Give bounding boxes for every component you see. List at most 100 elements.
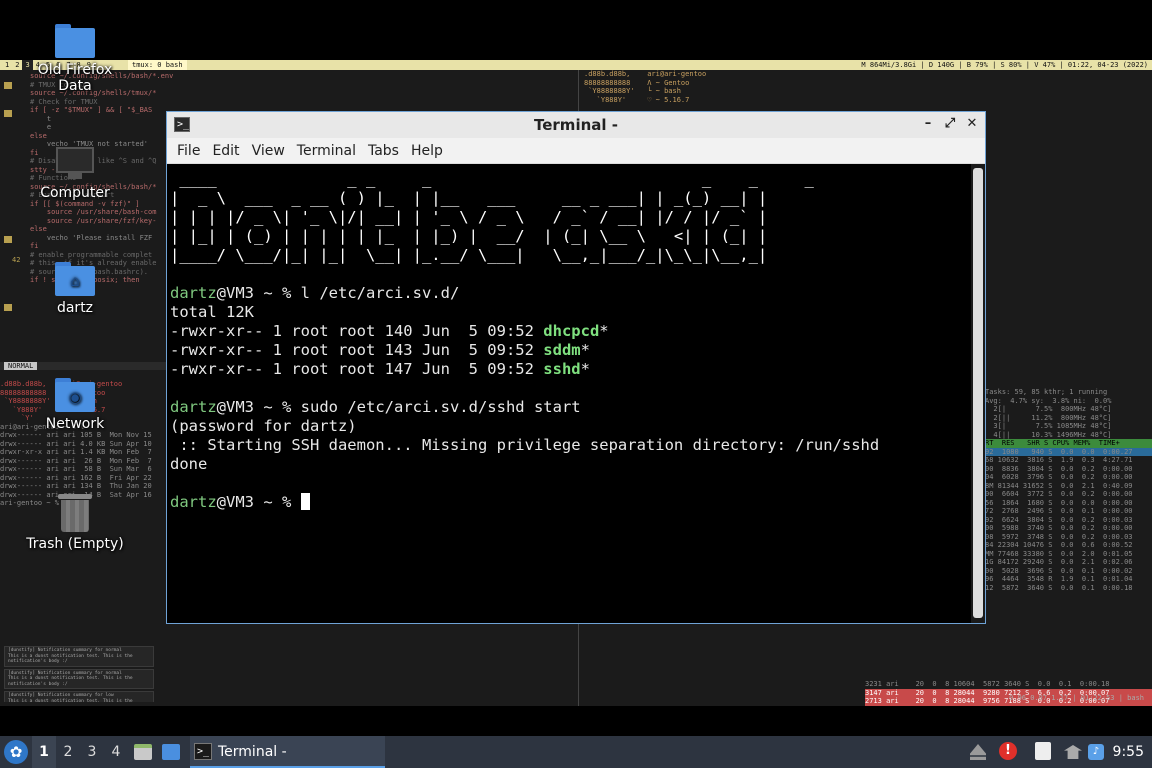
- maximize-button[interactable]: ⤢: [943, 116, 957, 132]
- taskbar-item-label: Terminal -: [218, 744, 287, 760]
- htop-line: 00 5028 3696 S 0.0 0.1 0:00.02: [985, 566, 1133, 575]
- file-name: dhcpcd: [543, 322, 600, 340]
- htop-line: 4[|| 10.3% 1496MHz 48°C]: [985, 430, 1112, 439]
- editor-gutter: 42: [0, 70, 26, 370]
- tmux-window-tab[interactable]: 1: [2, 60, 12, 70]
- prompt-user: dartz: [170, 398, 217, 416]
- output-line: :: Starting SSH daemon... Missing privil…: [170, 436, 880, 454]
- htop-line: 84 22304 10476 S 0.0 0.6 0:00.52: [985, 541, 1133, 549]
- workspace-1[interactable]: 1: [32, 736, 56, 768]
- htop-line: 04 6028 3796 S 0.0 0.2 0:00.00: [985, 473, 1133, 481]
- file-suffix: *: [580, 360, 590, 378]
- desktop-icon-computer[interactable]: Computer: [20, 147, 130, 201]
- menu-terminal[interactable]: Terminal: [291, 138, 362, 163]
- terminal-output[interactable]: ____ _ _ _ _ _ _ | _ \ ___ _ __ ( ) |_ |…: [167, 164, 971, 623]
- volume-icon[interactable]: ♪: [1088, 742, 1108, 762]
- show-desktop-icon[interactable]: [162, 742, 182, 762]
- htop-line: Avg: 4.7% sy: 3.8% ni: 0.0%: [985, 396, 1112, 405]
- workspace-3[interactable]: 3: [80, 736, 104, 768]
- desktop-icon-network[interactable]: ◉ Network: [20, 378, 130, 432]
- editor-line: # Check for TMUX: [30, 97, 98, 106]
- tmux-system-stats: M 864Mi/3.8Gi | D 140G | B 79% | S 80% |…: [861, 61, 1148, 69]
- desktop-icon-label: Network: [45, 416, 105, 432]
- file-manager-icon[interactable]: [134, 742, 154, 762]
- desktop-icon-label: Computer: [40, 185, 110, 201]
- notification-body: This is a dunst notification test. This …: [8, 653, 133, 665]
- taskbar-item-terminal[interactable]: >_ Terminal -: [190, 736, 385, 768]
- ascii-art-line: | | | |/ _ \| '_ \|/| __| | '_ \ / _ \ /…: [170, 208, 768, 226]
- window-title: Terminal -: [534, 116, 618, 134]
- htop-line: 12 5872 3640 S 0.0 0.1 0:00.18: [985, 583, 1133, 592]
- eject-icon[interactable]: [970, 742, 990, 762]
- folder-icon: [55, 24, 95, 58]
- command-line: dartz@VM3 ~ % sudo /etc/arci.sv.d/sshd s…: [167, 398, 971, 417]
- ascii-art-line: ____ _ _ _ _ _ _: [170, 170, 814, 188]
- workspace-4[interactable]: 4: [104, 736, 128, 768]
- tmux-pane-title: tmux: 0 bash: [128, 60, 187, 70]
- file-listing-row: -rwxr-xr-- 1 root root 143 Jun 5 09:52 s…: [167, 341, 971, 360]
- close-button[interactable]: ✕: [965, 116, 979, 132]
- neofetch-line: `Y888Y' ♡ ~ 5.16.7: [584, 95, 690, 104]
- scrollbar-thumb[interactable]: [973, 168, 983, 618]
- command-line: dartz@VM3 ~ % l /etc/arci.sv.d/: [167, 284, 971, 303]
- active-prompt-line[interactable]: dartz@VM3 ~ %: [167, 493, 971, 512]
- trash-icon: [58, 494, 92, 532]
- desktop-icon-old-firefox-data[interactable]: Old Firefox Data: [20, 24, 130, 94]
- prompt-host: @VM3 ~ %: [216, 284, 301, 302]
- htop-line: 72 2768 2496 S 0.0 0.1 0:00.00: [985, 507, 1133, 515]
- taskbar: ✿ 1 2 3 4 >_ Terminal - ! ♪ 9:55: [0, 736, 1152, 768]
- file-perms: -rwxr-xr-- 1 root root 140 Jun 5 09:52: [170, 322, 544, 340]
- htop-line: 2[| 7.5% 800MHz 48°C]: [985, 405, 1112, 413]
- output-line: done: [170, 455, 208, 473]
- clipboard-icon[interactable]: [1035, 742, 1055, 762]
- network-icon[interactable]: [1064, 742, 1084, 762]
- output-line: (password for dartz): [170, 417, 357, 435]
- command-text: l /etc/arci.sv.d/: [300, 284, 460, 302]
- menu-help[interactable]: Help: [405, 138, 449, 163]
- tmux-status-bar: 1 2 3 4 5 6 7 8 9 tmux: 0 bash M 864Mi/3…: [0, 60, 1152, 70]
- file-perms: -rwxr-xr-- 1 root root 143 Jun 5 09:52: [170, 341, 544, 359]
- workspace-2[interactable]: 2: [56, 736, 80, 768]
- notification: [dunstify] Notification summary for norm…: [4, 668, 154, 689]
- notification-body: This is a dunst notification test. This …: [8, 698, 133, 703]
- network-folder-icon: ◉: [55, 378, 95, 412]
- alert-icon[interactable]: !: [999, 742, 1019, 762]
- menu-view[interactable]: View: [246, 138, 291, 163]
- htop-line: 8M 81344 31652 S 0.0 2.1 0:40.09: [985, 481, 1133, 490]
- htop-line: RT RES SHR S CPU% MEM% TIME+: [985, 439, 1152, 448]
- file-listing-row: -rwxr-xr-- 1 root root 140 Jun 5 09:52 d…: [167, 322, 971, 341]
- clock[interactable]: 9:55: [1113, 736, 1144, 768]
- desktop-icon-dartz[interactable]: ⌂ dartz: [20, 262, 130, 316]
- prompt-user: dartz: [170, 284, 217, 302]
- notification-stack: [dunstify] Notification summary for norm…: [4, 646, 154, 702]
- file-name: sddm: [543, 341, 581, 359]
- text-cursor: [300, 493, 310, 510]
- ascii-art-line: | _ \ ___ _ __ ( ) |_ | |__ ___ __ _ ___…: [170, 189, 768, 207]
- app-launcher-button[interactable]: ✿: [4, 740, 28, 764]
- window-controls: – ⤢ ✕: [921, 116, 979, 132]
- htop-line: 00 8836 3804 S 0.0 0.2 0:00.00: [985, 464, 1133, 473]
- menu-edit[interactable]: Edit: [206, 138, 245, 163]
- htop-line: 56 1864 1680 S 0.0 0.0 0:00.00: [985, 498, 1133, 507]
- home-folder-icon: ⌂: [55, 262, 95, 296]
- file-suffix: *: [599, 322, 609, 340]
- htop-line: 68 10632 3816 S 1.9 0.3 4:27.71: [985, 456, 1133, 464]
- notification: [dunstify] Notification summary for norm…: [4, 646, 154, 667]
- menu-file[interactable]: File: [171, 138, 206, 163]
- file-listing-row: -rwxr-xr-- 1 root root 147 Jun 5 09:52 s…: [167, 360, 971, 379]
- desktop-icon-trash[interactable]: Trash (Empty): [20, 494, 130, 552]
- minimize-button[interactable]: –: [921, 116, 935, 132]
- htop-line: 00 5988 3740 S 0.0 0.2 0:00.00: [985, 524, 1133, 532]
- menu-tabs[interactable]: Tabs: [362, 138, 405, 163]
- neofetch-line: `Y8888888Y' └ ~ bash: [584, 87, 681, 95]
- terminal-window[interactable]: >_ Terminal - – ⤢ ✕ File Edit View Termi…: [166, 111, 986, 624]
- terminal-menubar: File Edit View Terminal Tabs Help: [167, 138, 985, 164]
- neofetch-line: .d88b.d88b, ari@ari-gentoo: [584, 70, 707, 78]
- neofetch-line: 88888888888 Λ ~ Gentoo: [584, 78, 690, 87]
- htop-line: 96 4464 3548 R 1.9 0.1 0:01.04: [985, 575, 1133, 583]
- desktop-icon-label: Trash (Empty): [26, 536, 124, 552]
- htop-process-row: 3231 ari 20 0 8 10604 5872 3640 S 0.0 0.…: [865, 680, 1110, 688]
- terminal-titlebar[interactable]: >_ Terminal - – ⤢ ✕: [167, 112, 985, 138]
- file-name: sshd: [543, 360, 581, 378]
- terminal-scrollbar[interactable]: [971, 164, 985, 623]
